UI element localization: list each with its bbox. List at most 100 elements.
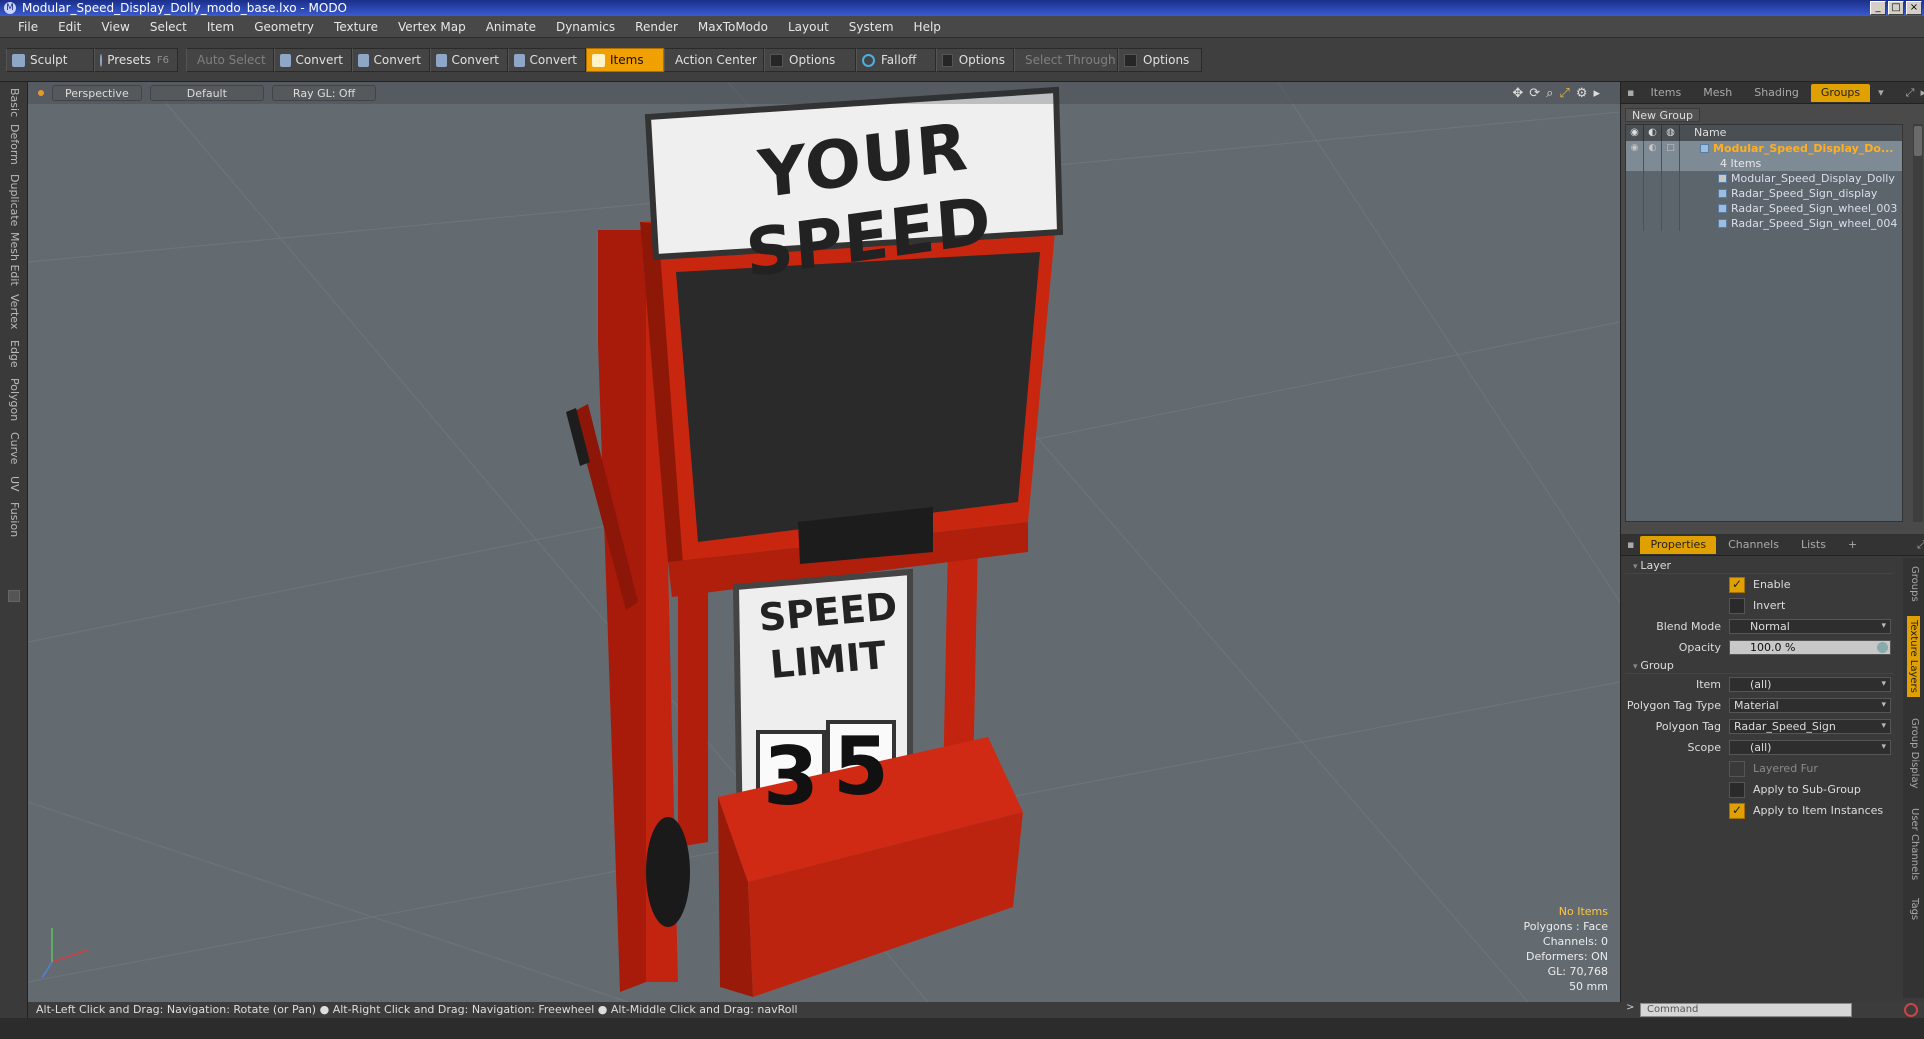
layer-section[interactable]: Layer <box>1625 558 1893 574</box>
items-mode-button[interactable]: Items <box>586 48 664 72</box>
auto-select-button[interactable]: Auto Select <box>186 48 274 72</box>
tab-dropdown-icon[interactable]: ▾ <box>1878 86 1884 99</box>
group-child-row[interactable]: Modular_Speed_Display_Dolly <box>1626 171 1902 186</box>
eye-icon[interactable]: ◉ <box>1626 141 1644 156</box>
select-through-options-button[interactable]: Options <box>1118 48 1202 72</box>
options-checkbox[interactable] <box>770 53 783 67</box>
menu-render[interactable]: Render <box>625 20 688 34</box>
panel-expand-icon[interactable]: ⤢ <box>1917 538 1924 552</box>
tab-items[interactable]: Items <box>1640 84 1691 102</box>
tab-groups[interactable]: Groups <box>1810 83 1871 102</box>
side-tab-group-display[interactable]: Group Display <box>1909 718 1920 788</box>
falloff-button[interactable]: Falloff <box>856 48 936 72</box>
expand-arrow-icon[interactable]: ▸ <box>1593 86 1600 101</box>
group-child-row[interactable]: Radar_Speed_Sign_display <box>1626 186 1902 201</box>
tab-shading[interactable]: Shading <box>1744 84 1809 102</box>
record-icon[interactable] <box>1904 1003 1918 1017</box>
tab-polygon[interactable]: Polygon <box>8 378 21 421</box>
polygon-tag-type-dropdown[interactable]: Material <box>1729 698 1891 713</box>
action-center-options-button[interactable]: Options <box>764 48 856 72</box>
side-tab-groups[interactable]: Groups <box>1909 566 1920 602</box>
gear-icon[interactable]: ⚙ <box>1576 86 1588 101</box>
convert-items-button[interactable]: Convert <box>508 48 586 72</box>
panel-menu-icon[interactable]: ▪ <box>1627 86 1634 99</box>
raygl-toggle[interactable]: Ray GL: Off <box>271 85 377 101</box>
lock-column-icon[interactable]: ◐ <box>1644 125 1662 141</box>
groups-scrollbar[interactable] <box>1913 124 1923 522</box>
menu-geometry[interactable]: Geometry <box>244 20 324 34</box>
presets-button[interactable]: Presets F6 <box>94 48 178 72</box>
tab-vertex[interactable]: Vertex <box>8 294 21 329</box>
zoom-icon[interactable]: ⌕ <box>1546 86 1553 101</box>
convert-edges-button[interactable]: Convert <box>352 48 430 72</box>
menu-texture[interactable]: Texture <box>324 20 388 34</box>
render-icon[interactable]: □ <box>1662 141 1680 156</box>
tab-edge[interactable]: Edge <box>8 340 21 368</box>
maximize-button[interactable]: □ <box>1888 1 1904 15</box>
side-tab-user-channels[interactable]: User Channels <box>1909 808 1920 880</box>
side-tab-texture-layers[interactable]: Texture Layers <box>1907 616 1920 697</box>
options-checkbox[interactable] <box>942 53 953 67</box>
convert-vertices-button[interactable]: Convert <box>274 48 352 72</box>
close-button[interactable]: × <box>1906 1 1922 15</box>
tab-basic[interactable]: Basic <box>8 88 21 117</box>
lock-icon[interactable]: ◐ <box>1644 141 1662 156</box>
tab-channels[interactable]: Channels <box>1718 536 1789 554</box>
convert-polygons-button[interactable]: Convert <box>430 48 508 72</box>
menu-select[interactable]: Select <box>140 20 197 34</box>
group-section[interactable]: Group <box>1625 658 1893 674</box>
menu-system[interactable]: System <box>839 20 904 34</box>
side-tab-tags[interactable]: Tags <box>1909 898 1920 920</box>
blend-mode-dropdown[interactable]: Normal <box>1729 619 1891 634</box>
polygon-tag-dropdown[interactable]: Radar_Speed_Sign <box>1729 719 1891 734</box>
new-group-button[interactable]: New Group <box>1625 108 1700 122</box>
minimize-button[interactable]: _ <box>1870 1 1886 15</box>
menu-edit[interactable]: Edit <box>48 20 91 34</box>
layered-fur-checkbox[interactable] <box>1729 760 1745 777</box>
group-row-root[interactable]: ◉ ◐ □ Modular_Speed_Display_Do... <box>1626 141 1902 156</box>
scope-dropdown[interactable]: (all) <box>1729 740 1891 755</box>
shading-dropdown[interactable]: Default <box>149 85 264 101</box>
menu-view[interactable]: View <box>91 20 139 34</box>
options-checkbox[interactable] <box>1124 53 1137 67</box>
tab-deform[interactable]: Deform <box>8 124 21 165</box>
item-dropdown[interactable]: (all) <box>1729 677 1891 692</box>
tab-fusion[interactable]: Fusion <box>8 502 21 537</box>
pan-icon[interactable]: ✥ <box>1512 86 1523 101</box>
menu-dynamics[interactable]: Dynamics <box>546 20 625 34</box>
render-column-icon[interactable]: ◍ <box>1662 125 1680 141</box>
menu-item[interactable]: Item <box>197 20 244 34</box>
add-tab-button[interactable]: + <box>1838 536 1867 554</box>
menu-animate[interactable]: Animate <box>476 20 546 34</box>
tabs-expand-icon[interactable] <box>8 590 20 602</box>
rotate-icon[interactable]: ⟳ <box>1529 86 1540 101</box>
3d-viewport[interactable]: YOUR SPEED SPEED LIMIT 3 5 Perspective D… <box>28 82 1620 1002</box>
tab-properties[interactable]: Properties <box>1640 535 1717 554</box>
view-type-dropdown[interactable]: Perspective <box>52 85 142 101</box>
menu-help[interactable]: Help <box>904 20 951 34</box>
menu-file[interactable]: File <box>8 20 48 34</box>
panel-expand-icon[interactable]: ⤢ <box>1906 86 1915 100</box>
tab-mesh[interactable]: Mesh ... <box>1693 84 1742 117</box>
opacity-field[interactable]: 100.0 % <box>1729 640 1891 655</box>
enable-checkbox[interactable] <box>1729 576 1745 593</box>
panel-arrow-icon[interactable]: ▸ <box>1920 86 1924 99</box>
tab-mesh-edit[interactable]: Mesh Edit <box>8 232 21 286</box>
group-child-row[interactable]: Radar_Speed_Sign_wheel_003 <box>1626 201 1902 216</box>
tab-lists[interactable]: Lists <box>1791 536 1836 554</box>
name-column-header[interactable]: Name <box>1680 125 1726 141</box>
apply-sub-group-checkbox[interactable] <box>1729 781 1745 798</box>
tab-duplicate[interactable]: Duplicate <box>8 174 21 226</box>
sculpt-button[interactable]: Sculpt <box>6 48 94 72</box>
menu-maxtomodo[interactable]: MaxToModo <box>688 20 778 34</box>
command-input[interactable]: Command <box>1640 1003 1852 1017</box>
visibility-column-icon[interactable]: ◉ <box>1626 125 1644 141</box>
command-history-icon[interactable]: > <box>1626 1002 1634 1013</box>
invert-checkbox[interactable] <box>1729 597 1745 614</box>
apply-item-instances-checkbox[interactable] <box>1729 802 1745 819</box>
viewport-menu-icon[interactable] <box>38 90 44 96</box>
group-child-row[interactable]: Radar_Speed_Sign_wheel_004 <box>1626 216 1902 231</box>
falloff-options-button[interactable]: Options <box>936 48 1014 72</box>
menu-vertex-map[interactable]: Vertex Map <box>388 20 476 34</box>
action-center-button[interactable]: Action Center <box>664 48 764 72</box>
